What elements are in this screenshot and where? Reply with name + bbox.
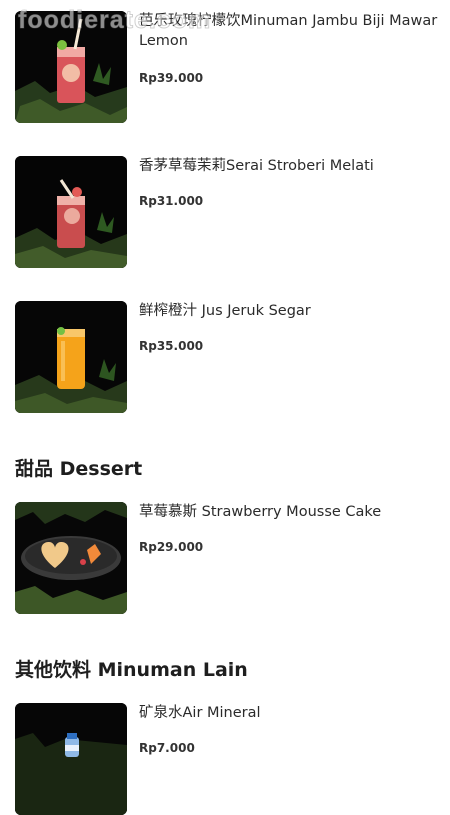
- item-price: Rp29.000: [139, 540, 204, 554]
- menu-item[interactable]: 矿泉水Air Mineral Rp7.000: [0, 703, 450, 815]
- item-name: 矿泉水Air Mineral: [139, 705, 261, 721]
- water-bottle-photo: [15, 703, 127, 815]
- strawberry-drink-photo: [15, 156, 127, 268]
- pink-drink-photo: [15, 11, 127, 123]
- orange-juice-photo: [15, 301, 127, 413]
- item-price: Rp35.000: [139, 339, 204, 353]
- section-title-dessert: 甜品 Dessert: [15, 458, 143, 480]
- menu-item[interactable]: 芭乐玫瑰柠檬饮Minuman Jambu Biji Mawar Lemon Rp…: [0, 11, 450, 123]
- item-name: 草莓慕斯 Strawberry Mousse Cake: [139, 504, 382, 520]
- mousse-cake-photo: [15, 502, 127, 614]
- item-name: 芭乐玫瑰柠檬饮Minuman Jambu Biji Mawar Lemon: [139, 13, 438, 49]
- item-price: Rp31.000: [139, 194, 204, 208]
- item-price: Rp39.000: [139, 71, 204, 85]
- item-name: 香茅草莓茉莉Serai Stroberi Melati: [139, 158, 374, 174]
- menu-item[interactable]: 鲜榨橙汁 Jus Jeruk Segar Rp35.000: [0, 301, 450, 413]
- menu-item[interactable]: 香茅草莓茉莉Serai Stroberi Melati Rp31.000: [0, 156, 450, 268]
- section-title-other-drinks: 其他饮料 Minuman Lain: [15, 659, 248, 681]
- menu-item[interactable]: 草莓慕斯 Strawberry Mousse Cake Rp29.000: [0, 502, 450, 614]
- item-price: Rp7.000: [139, 741, 195, 755]
- item-name: 鲜榨橙汁 Jus Jeruk Segar: [139, 303, 311, 319]
